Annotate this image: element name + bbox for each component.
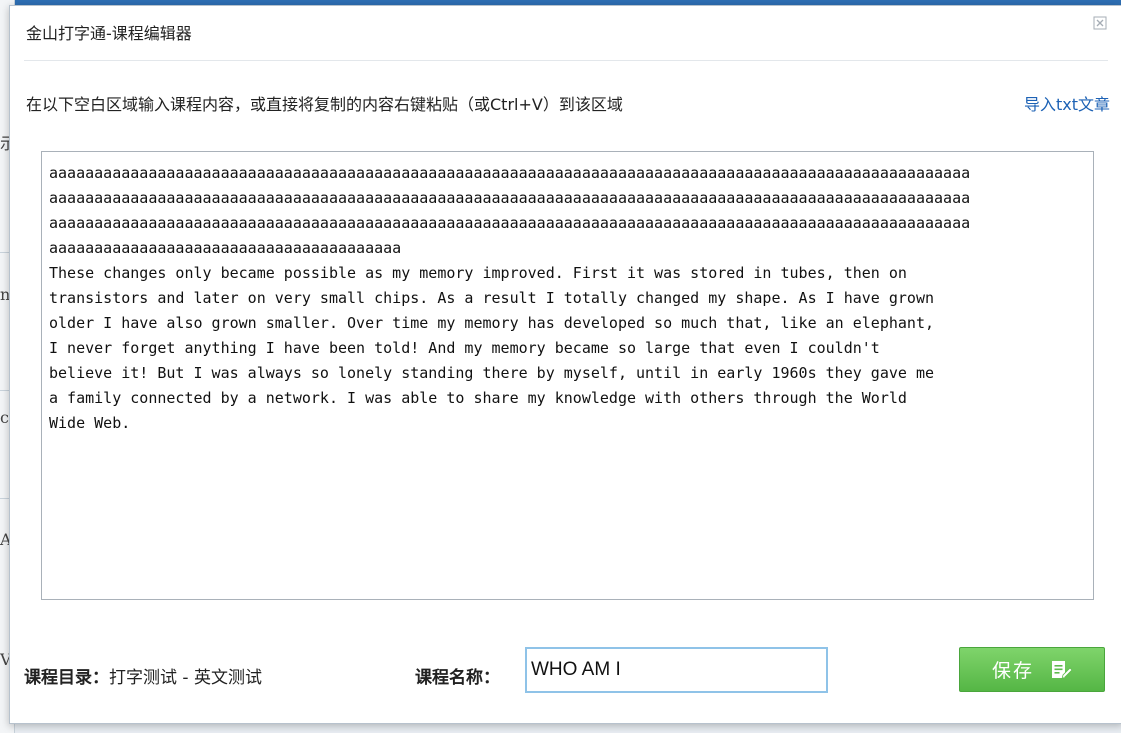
course-editor-dialog: 金山打字通-课程编辑器 在以下空白区域输入课程内容，或直接将复制的内容右键粘贴（… (9, 5, 1121, 724)
course-content-text[interactable]: aaaaaaaaaaaaaaaaaaaaaaaaaaaaaaaaaaaaaaaa… (49, 161, 1089, 436)
course-name-label: 课程名称： (415, 668, 500, 688)
dialog-title: 金山打字通-课程编辑器 (26, 24, 192, 43)
course-name-label-wrap: 课程名称： (415, 663, 500, 688)
course-name-input[interactable]: WHO AM I (525, 647, 828, 693)
course-catalog-label: 课程目录： (24, 668, 109, 688)
close-icon-glyph (1093, 16, 1107, 30)
course-catalog: 课程目录：打字测试 - 英文测试 (24, 663, 262, 688)
instruction-text: 在以下空白区域输入课程内容，或直接将复制的内容右键粘贴（或Ctrl+V）到该区域 (26, 95, 623, 114)
course-content-editor[interactable]: aaaaaaaaaaaaaaaaaaaaaaaaaaaaaaaaaaaaaaaa… (41, 151, 1094, 600)
course-catalog-value: 打字测试 - 英文测试 (109, 668, 262, 688)
save-button[interactable]: 保存 (959, 647, 1105, 692)
edit-save-icon (1052, 660, 1072, 680)
import-txt-link[interactable]: 导入txt文章 (1024, 91, 1110, 115)
title-divider (24, 60, 1108, 61)
save-button-label: 保存 (991, 660, 1034, 682)
close-icon[interactable] (1092, 16, 1108, 32)
